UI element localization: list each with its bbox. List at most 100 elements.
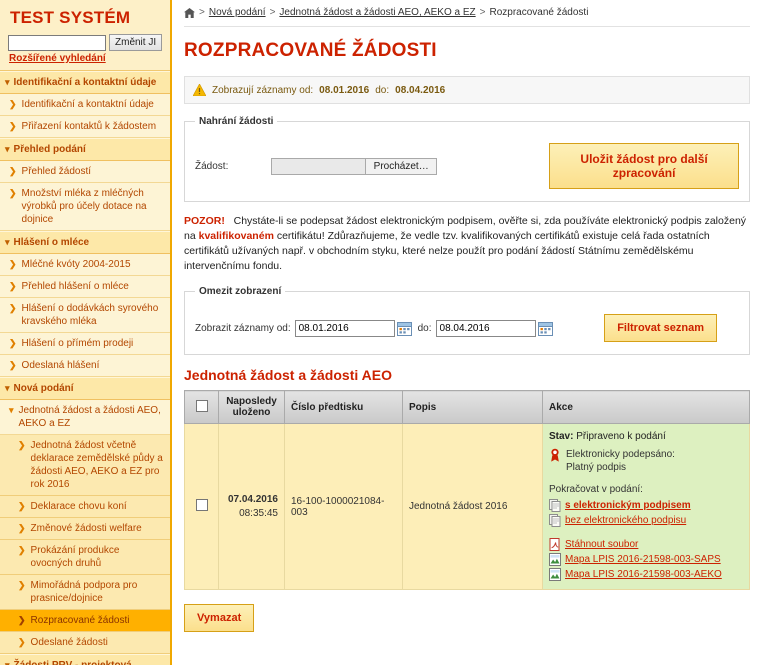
- upload-row: Žádost: Procházet… Uložit žádost pro dal…: [195, 143, 739, 189]
- map-saps-row[interactable]: Mapa LPIS 2016-21598-003-SAPS: [549, 553, 743, 567]
- certificate-warning: POZOR! Chystáte-li se podepsat žádost el…: [184, 214, 750, 274]
- sidebar-item-label: Hlášení o dodávkách syrového kravského m…: [21, 303, 159, 327]
- filter-date-to-input[interactable]: [435, 319, 536, 337]
- chevron-right-icon: ❯: [18, 501, 26, 511]
- sidebar-item-3-3[interactable]: ❯ Změnové žádosti welfare: [0, 518, 170, 540]
- continue-with-signature-row[interactable]: s elektronickým podpisem: [549, 499, 743, 513]
- file-input[interactable]: Procházet…: [271, 157, 438, 175]
- sidebar-item-0-1[interactable]: ❯ Přiřazení kontaktů k žádostem: [0, 116, 170, 138]
- chevron-right-icon: ❯: [9, 303, 17, 313]
- sidebar-item-label: Přiřazení kontaktů k žádostem: [21, 121, 157, 132]
- calendar-icon-to[interactable]: [537, 321, 553, 336]
- sidebar-group-3[interactable]: ▾ Nová podání: [0, 377, 170, 400]
- chevron-down-icon: ▾: [9, 405, 14, 415]
- chevron-right-icon: ❯: [18, 580, 26, 590]
- filter-list-button[interactable]: Filtrovat seznam: [604, 314, 717, 342]
- sidebar-item-label: Přehled žádostí: [21, 166, 92, 177]
- chevron-down-icon: ▾: [5, 383, 10, 393]
- row-date: 07.04.2016: [227, 493, 278, 505]
- continue-with-signature-link[interactable]: s elektronickým podpisem: [565, 499, 691, 513]
- save-application-button[interactable]: Uložit žádost pro další zpracování: [549, 143, 739, 189]
- notice-date-from: 08.01.2016: [319, 84, 370, 96]
- sidebar-item-1-0[interactable]: ❯ Přehled žádostí: [0, 161, 170, 183]
- sidebar-item-label: Odeslaná hlášení: [21, 360, 100, 371]
- sidebar-item-3-6[interactable]: ❯ Rozpracované žádosti: [0, 610, 170, 632]
- search-bar: Změnit JI: [0, 30, 170, 51]
- sidebar-item-1-1[interactable]: ❯ Množství mléka z mléčných výrobků pro ú…: [0, 183, 170, 231]
- table-head: Naposledy uloženo Číslo předtisku Popis …: [184, 390, 750, 424]
- download-file-link[interactable]: Stáhnout soubor: [565, 538, 638, 552]
- filter-fieldset: Omezit zobrazení Zobrazit záznamy od: do…: [184, 286, 750, 355]
- chevron-right-icon: ❯: [9, 166, 17, 176]
- status-line: Stav: Připraveno k podání: [549, 430, 743, 444]
- row-checkbox[interactable]: [195, 499, 208, 511]
- chevron-right-icon: ❯: [18, 637, 26, 647]
- certificate-sign-icon-1: [549, 499, 561, 512]
- chevron-right-icon: ❯: [18, 545, 26, 555]
- sidebar-group-4[interactable]: ▾ Žádosti PRV - projektová opatření: [0, 654, 170, 665]
- breadcrumb-item-2: Rozpracované žádosti: [489, 7, 589, 18]
- signature-seal-icon: [549, 448, 561, 462]
- file-path-field[interactable]: [271, 157, 366, 175]
- filter-date-from-input[interactable]: [294, 319, 395, 337]
- breadcrumb-item-0[interactable]: Nová podání: [209, 7, 266, 18]
- table-heading: Jednotná žádost a žádosti AEO: [184, 367, 392, 383]
- download-file-row[interactable]: Stáhnout soubor: [549, 538, 743, 552]
- row-actions: Stav: Připraveno k podání Elektronicky p…: [542, 423, 750, 590]
- map-aeko-row[interactable]: Mapa LPIS 2016-21598-003-AEKO: [549, 568, 743, 582]
- warning-highlight: kvalifikovaném: [198, 230, 274, 242]
- sidebar-item-label: Jednotná žádost a žádosti AEO, AEKO a EZ: [18, 405, 161, 429]
- sidebar-item-label: Přehled hlášení o mléce: [21, 281, 129, 292]
- sidebar-item-2-0[interactable]: ❯ Mléčné kvóty 2004-2015: [0, 254, 170, 276]
- row-description: Jednotná žádost 2016: [402, 423, 543, 590]
- sidebar: TEST SYSTÉM Změnit JI Rozšířené vyhledán…: [0, 0, 172, 665]
- sidebar-group-1[interactable]: ▾ Přehled podání: [0, 138, 170, 161]
- breadcrumb: > Nová podání > Jednotná žádost a žádost…: [184, 0, 750, 27]
- sidebar-nav: ▾ Identifikační a kontaktní údaje ❯ Identif…: [0, 70, 170, 665]
- sidebar-item-2-4[interactable]: ❯ Odeslaná hlášení: [0, 355, 170, 377]
- col-last-saved: Naposledy uloženo: [218, 390, 285, 424]
- sidebar-item-3-5[interactable]: ❯ Mimořádná podpora pro prasnice/dojnice: [0, 575, 170, 610]
- sidebar-item-0-0[interactable]: ❯ Identifikační a kontaktní údaje: [0, 94, 170, 116]
- home-icon[interactable]: [184, 7, 195, 18]
- breadcrumb-item-1[interactable]: Jednotná žádost a žádosti AEO, AEKO a EZ: [279, 7, 475, 18]
- table-row: 07.04.2016 08:35:45 16-100-1000021084-00…: [184, 423, 750, 590]
- row-time: 08:35:45: [239, 507, 278, 519]
- sidebar-item-2-2[interactable]: ❯ Hlášení o dodávkách syrového kravského …: [0, 298, 170, 333]
- delete-button[interactable]: Vymazat: [184, 604, 255, 632]
- chevron-right-icon: ❯: [18, 440, 26, 450]
- sidebar-group-label: Hlášení o mléce: [13, 237, 90, 248]
- chevron-right-icon: ❯: [18, 523, 26, 533]
- certificate-sign-icon-2: [549, 514, 561, 527]
- calendar-icon-from[interactable]: [396, 321, 412, 336]
- sidebar-group-2[interactable]: ▾ Hlášení o mléce: [0, 231, 170, 254]
- advanced-search-link[interactable]: Rozšířené vyhledání: [0, 51, 170, 70]
- map-icon-aeko: [549, 568, 561, 581]
- sidebar-item-2-3[interactable]: ❯ Hlášení o přímém prodeji: [0, 333, 170, 355]
- sidebar-item-3-4[interactable]: ❯ Prokázání produkce ovocných druhů: [0, 540, 170, 575]
- footer-actions: Vymazat: [184, 604, 750, 632]
- filter-from-label: Zobrazit záznamy od:: [195, 322, 291, 334]
- chevron-down-icon: ▾: [5, 660, 10, 665]
- continue-label: Pokračovat v podání:: [549, 484, 643, 495]
- pdf-icon: [549, 538, 561, 551]
- sidebar-item-2-1[interactable]: ❯ Přehled hlášení o mléce: [0, 276, 170, 298]
- page-title: ROZPRACOVANÉ ŽÁDOSTI: [184, 40, 437, 61]
- search-input[interactable]: [8, 34, 106, 51]
- map-aeko-link[interactable]: Mapa LPIS 2016-21598-003-AEKO: [565, 568, 722, 582]
- select-all-checkbox[interactable]: [195, 399, 208, 412]
- continue-without-signature-row[interactable]: bez elektronického podpisu: [549, 514, 743, 528]
- sidebar-item-3-2[interactable]: ❯ Deklarace chovu koní: [0, 496, 170, 518]
- sidebar-item-3-7[interactable]: ❯ Odeslané žádosti: [0, 632, 170, 654]
- sidebar-item-label: Hlášení o přímém prodeji: [21, 338, 134, 349]
- sidebar-item-3-1[interactable]: ❯ Jednotná žádost včetně deklarace zemědě…: [0, 435, 170, 496]
- applications-table: Naposledy uloženo Číslo předtisku Popis …: [184, 390, 750, 590]
- row-last-saved: 07.04.2016 08:35:45: [218, 423, 285, 590]
- sidebar-item-3-0[interactable]: ▾ Jednotná žádost a žádosti AEO, AEKO a E…: [0, 400, 170, 435]
- sidebar-item-label: Mléčné kvóty 2004-2015: [21, 259, 131, 270]
- change-ji-button[interactable]: Změnit JI: [109, 34, 163, 51]
- continue-without-signature-link[interactable]: bez elektronického podpisu: [565, 514, 686, 528]
- map-saps-link[interactable]: Mapa LPIS 2016-21598-003-SAPS: [565, 553, 721, 567]
- browse-button[interactable]: Procházet…: [365, 157, 438, 175]
- sidebar-group-0[interactable]: ▾ Identifikační a kontaktní údaje: [0, 71, 170, 94]
